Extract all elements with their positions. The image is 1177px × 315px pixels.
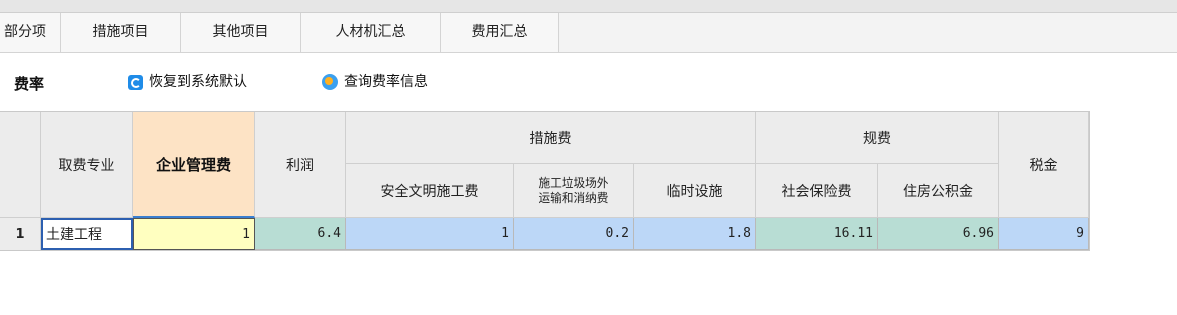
tab-label: 措施项目: [92, 24, 149, 40]
cell-housing-fund[interactable]: 6.96: [878, 218, 999, 250]
header-housing-fund: 住房公积金: [878, 164, 999, 218]
cell-tax[interactable]: 9: [999, 218, 1089, 250]
header-garbage: 施工垃圾场外 运输和消纳费: [514, 164, 634, 218]
header-management-fee[interactable]: 企业管理费: [133, 112, 255, 218]
tab-labor-material-summary[interactable]: 人材机汇总: [301, 13, 441, 52]
fee-rate-toolbar: 费率 恢复到系统默认 查询费率信息: [0, 53, 1177, 111]
cell-safety[interactable]: 1: [346, 218, 514, 250]
fee-rate-title: 费率: [14, 75, 45, 93]
header-safety: 安全文明施工费: [346, 164, 514, 218]
cell-management-fee[interactable]: 1: [133, 218, 255, 250]
tab-bar: 部分项 措施项目 其他项目 人材机汇总 费用汇总: [0, 13, 1177, 53]
header-specialty: 取费专业: [41, 112, 133, 218]
row-index: 1: [0, 218, 41, 250]
tab-measures[interactable]: 措施项目: [61, 13, 181, 52]
tab-label: 费用汇总: [471, 24, 528, 40]
cell-social-insurance[interactable]: 16.11: [756, 218, 878, 250]
fee-rate-table: 取费专业 企业管理费 利润 措施费 安全文明施工费 施工垃圾场外 运输和消纳费 …: [0, 111, 1090, 251]
header-profit: 利润: [255, 112, 346, 218]
tab-label: 人材机汇总: [335, 24, 406, 40]
query-fee-rate-label: 查询费率信息: [344, 74, 428, 90]
header-temporary: 临时设施: [634, 164, 756, 218]
header-measures-group: 措施费: [346, 112, 756, 164]
query-fee-rate-button[interactable]: 查询费率信息: [322, 69, 428, 95]
empty-grid-area: [0, 251, 1177, 315]
tab-other-items[interactable]: 其他项目: [181, 13, 301, 52]
tab-label: 部分项: [4, 24, 46, 40]
header-garbage-line2: 运输和消纳费: [538, 190, 609, 205]
header-tax: 税金: [999, 112, 1089, 218]
header-social-insurance: 社会保险费: [756, 164, 878, 218]
cell-specialty[interactable]: 土建工程: [41, 218, 133, 250]
restore-icon: [128, 74, 143, 90]
corner-header: [0, 112, 41, 218]
restore-default-label: 恢复到系统默认: [149, 74, 247, 90]
query-icon: [322, 74, 338, 90]
cell-garbage[interactable]: 0.2: [514, 218, 634, 250]
cell-temporary[interactable]: 1.8: [634, 218, 756, 250]
tab-cost-summary[interactable]: 费用汇总: [441, 13, 559, 52]
cell-profit[interactable]: 6.4: [255, 218, 346, 250]
restore-default-button[interactable]: 恢复到系统默认: [128, 69, 247, 95]
tab-sub-items[interactable]: 部分项: [0, 13, 61, 52]
tab-label: 其他项目: [212, 24, 269, 40]
header-garbage-line1: 施工垃圾场外: [538, 175, 609, 190]
window-top-strip: [0, 0, 1177, 13]
header-regulation-group: 规费: [756, 112, 999, 164]
